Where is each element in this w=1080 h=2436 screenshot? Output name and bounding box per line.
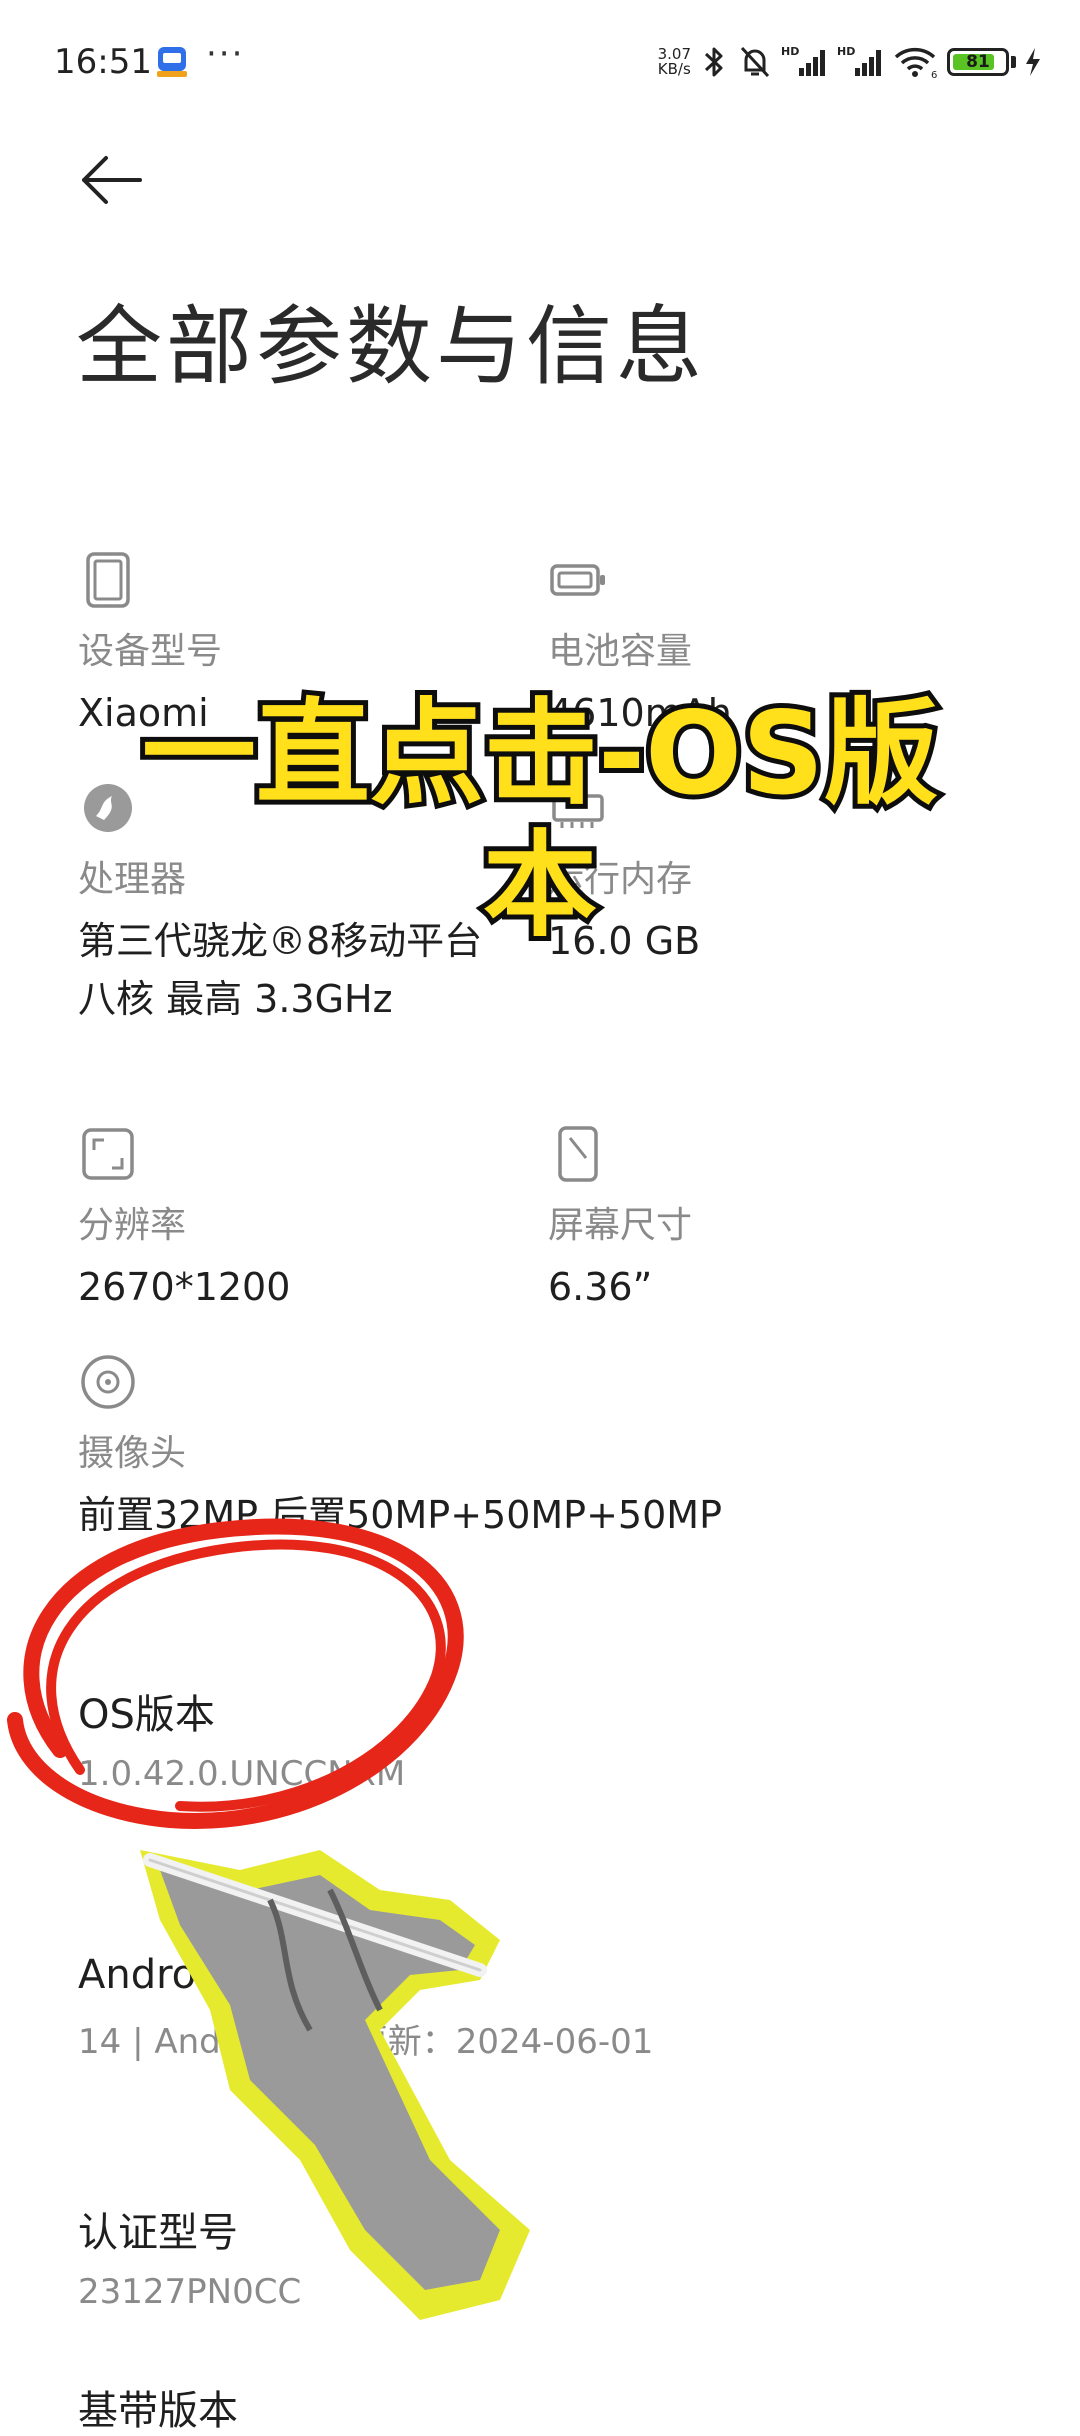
overlay-caption: 一直点击-OS版 本 — [0, 683, 1080, 957]
overlay-caption-line2: 本 — [478, 815, 602, 957]
app-notification-icon — [157, 47, 187, 77]
signal-sim2-hd: HD — [837, 45, 855, 58]
spec-label: 设备型号 — [78, 631, 223, 672]
status-time: 16:51 — [54, 42, 152, 82]
spec-value: 6.36” — [548, 1265, 653, 1309]
battery-outline-icon — [550, 564, 605, 596]
spec-value-secondary: 八核 最高 3.3GHz — [78, 977, 393, 1021]
overlay-caption-line1: 一直点击-OS版 — [137, 683, 943, 825]
camera-icon — [81, 1355, 135, 1409]
spec-label: 电池容量 — [548, 631, 693, 672]
network-speed-unit: KB/s — [657, 60, 691, 78]
bluetooth-icon — [704, 47, 723, 77]
spec-screen-size: 屏幕尺寸 6.36” — [548, 1124, 968, 1316]
battery-level-text: 81 — [966, 52, 990, 72]
red-circle-annotation — [7, 1518, 464, 1829]
wifi-standard: 6 — [931, 70, 937, 80]
status-icons: 3.07 KB/s HD HD 6 81 — [658, 40, 1042, 84]
spec-value: 2670*1200 — [78, 1265, 291, 1309]
spec-label: 屏幕尺寸 — [548, 1205, 693, 1246]
row-title: 基带版本 — [78, 2388, 238, 2434]
phone-icon — [86, 552, 130, 608]
wifi-icon: 6 — [894, 47, 937, 80]
spec-resolution: 分辨率 2670*1200 — [78, 1124, 498, 1316]
battery-indicator: 81 — [947, 48, 1009, 76]
row-baseband[interactable]: 基带版本 — [78, 2378, 1018, 2436]
signal-sim1-hd: HD — [781, 45, 799, 58]
signal-sim2-icon: HD — [837, 45, 881, 76]
screen-size-icon — [558, 1126, 598, 1182]
resolution-icon — [82, 1128, 134, 1180]
charging-bolt-icon — [1026, 48, 1040, 76]
spec-label: 摄像头 — [78, 1433, 187, 1474]
page-title: 全部参数与信息 — [76, 297, 706, 397]
signal-sim1-icon: HD — [781, 45, 825, 76]
status-bar: 16:51 ··· 3.07 KB/s HD HD 6 81 — [0, 0, 1080, 120]
hand-pen-illustration — [140, 1850, 530, 2320]
spec-label: 分辨率 — [78, 1205, 187, 1246]
mute-bell-icon — [740, 46, 770, 78]
network-speed: 3.07 KB/s — [658, 47, 691, 77]
back-arrow-icon[interactable] — [76, 150, 146, 210]
more-notifications-icon: ··· — [206, 34, 245, 74]
battery-tip — [1011, 56, 1016, 68]
